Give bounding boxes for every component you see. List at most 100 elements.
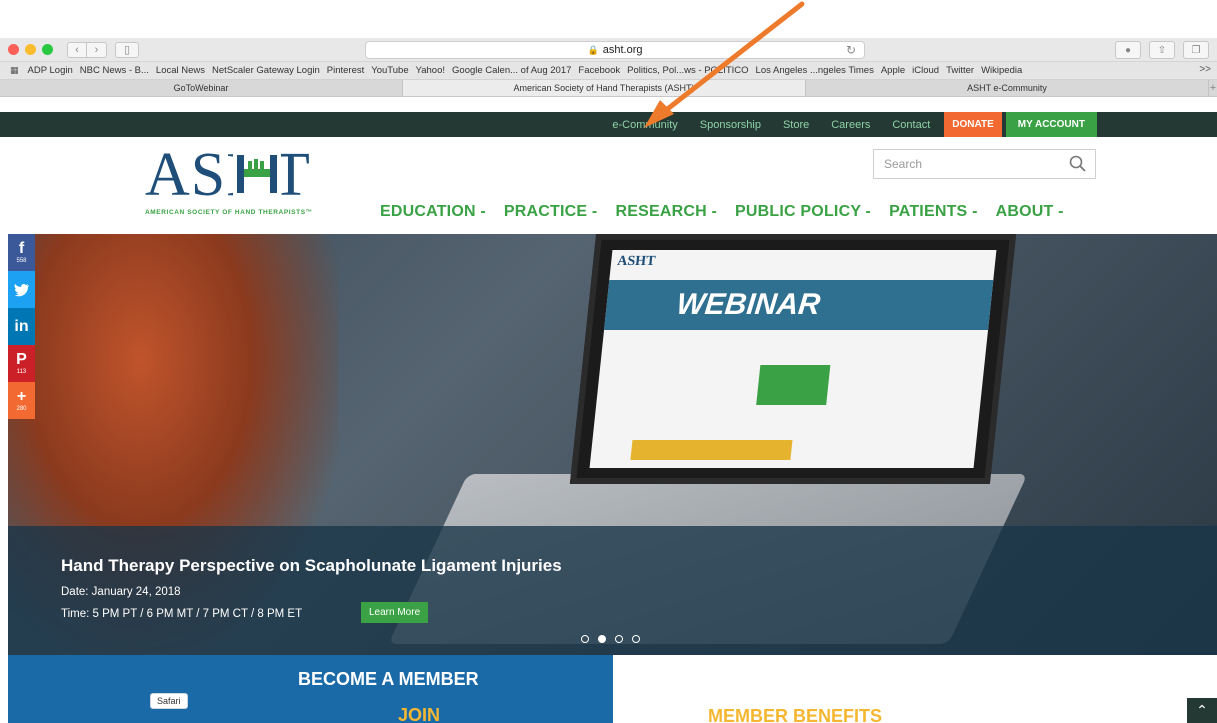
- twitter-share-button[interactable]: [8, 271, 35, 308]
- nav-ecommunity[interactable]: e-Community: [612, 119, 677, 131]
- nav-sponsorship[interactable]: Sponsorship: [700, 119, 761, 131]
- new-tab-button[interactable]: +: [1209, 80, 1217, 96]
- mainnav-about[interactable]: ABOUT -: [996, 203, 1064, 221]
- linkedin-icon: in: [14, 317, 29, 335]
- mainnav-patients[interactable]: PATIENTS -: [889, 203, 978, 221]
- slide-dot[interactable]: [615, 635, 623, 643]
- laptop-screen-content: ASHT WEBINAR: [589, 250, 997, 468]
- url-text: asht.org: [602, 44, 643, 56]
- forward-icon[interactable]: ›: [87, 41, 107, 58]
- back-icon[interactable]: ‹: [67, 41, 87, 58]
- bookmark-item[interactable]: NBC News - B...: [80, 65, 149, 76]
- slide-dot-active[interactable]: [598, 635, 606, 643]
- social-share-bar: f 558 in P 113 + 280: [8, 234, 35, 419]
- asht-logo[interactable]: ASHT AMERICAN SOCIETY OF HAND THERAPISTS…: [145, 144, 345, 216]
- close-window-button[interactable]: [8, 44, 19, 55]
- become-member-title: BECOME A MEMBER: [298, 669, 479, 689]
- nav-store[interactable]: Store: [783, 119, 809, 131]
- pinterest-share-count: 113: [16, 369, 27, 375]
- bookmark-item[interactable]: Google Calen... of Aug 2017: [452, 65, 571, 76]
- search-input[interactable]: Search: [873, 149, 1096, 179]
- slide-dot[interactable]: [632, 635, 640, 643]
- reload-icon[interactable]: ↻: [846, 43, 856, 57]
- bookmark-item[interactable]: NetScaler Gateway Login: [212, 65, 320, 76]
- mainnav-public-policy[interactable]: PUBLIC POLICY -: [735, 203, 871, 221]
- tab-asht[interactable]: American Society of Hand Therapists (ASH…: [403, 80, 806, 96]
- hero-photo-laptop: ASHT WEBINAR: [569, 234, 1017, 484]
- address-bar[interactable]: 🔒 asht.org ↻: [365, 41, 865, 59]
- facebook-icon: f: [18, 240, 25, 257]
- mainnav-practice[interactable]: PRACTICE -: [504, 203, 598, 221]
- utility-nav: e-Community Sponsorship Store Careers Co…: [0, 112, 1217, 137]
- toolbar-actions: ● ⇧ ❐: [1115, 41, 1209, 59]
- member-benefits-heading: MEMBER BENEFITS: [708, 706, 883, 723]
- search-icon[interactable]: [1069, 155, 1087, 173]
- tab-gotowebinar[interactable]: GoToWebinar: [0, 80, 403, 96]
- nav-contact[interactable]: Contact: [892, 119, 930, 131]
- bookmark-item[interactable]: iCloud: [912, 65, 939, 76]
- facebook-share-button[interactable]: f 558: [8, 234, 35, 271]
- asht-website: e-Community Sponsorship Store Careers Co…: [0, 112, 1217, 723]
- plus-icon: +: [16, 388, 27, 405]
- my-account-button[interactable]: MY ACCOUNT: [1005, 112, 1097, 137]
- screen-webinar-banner: WEBINAR: [604, 280, 994, 330]
- lock-icon: 🔒: [587, 44, 599, 55]
- donate-button[interactable]: DONATE: [944, 112, 1002, 137]
- slider-dots: [581, 635, 640, 643]
- tab-asht-ecommunity[interactable]: ASHT e-Community: [806, 80, 1209, 96]
- search-placeholder: Search: [884, 157, 923, 171]
- bookmark-item[interactable]: Pinterest: [327, 65, 365, 76]
- screen-yellow-bar: [630, 440, 793, 460]
- bookmark-item[interactable]: Los Angeles ...ngeles Times: [756, 65, 874, 76]
- bookmark-item[interactable]: YouTube: [371, 65, 408, 76]
- bookmark-item[interactable]: Twitter: [946, 65, 974, 76]
- window-controls: [8, 44, 53, 55]
- site-header: ASHT AMERICAN SOCIETY OF HAND THERAPISTS…: [0, 137, 1217, 234]
- nav-careers[interactable]: Careers: [831, 119, 870, 131]
- facebook-share-count: 558: [16, 258, 27, 264]
- become-member-panel: BECOME A MEMBER JOIN Safari: [8, 655, 613, 723]
- more-share-button[interactable]: + 280: [8, 382, 35, 419]
- favorites-grid-icon[interactable]: ▦: [10, 65, 18, 76]
- safari-tooltip: Safari: [150, 693, 188, 709]
- bookmark-item[interactable]: Apple: [881, 65, 905, 76]
- bookmarks-overflow-button[interactable]: >>: [1199, 64, 1211, 75]
- history-nav: ‹ ›: [67, 41, 107, 58]
- mainnav-education[interactable]: EDUCATION -: [380, 203, 486, 221]
- pinterest-icon: P: [16, 351, 27, 368]
- tabs-overview-icon[interactable]: ❐: [1183, 41, 1209, 59]
- twitter-icon: [13, 283, 29, 296]
- slide-dot[interactable]: [581, 635, 589, 643]
- scroll-to-top-button[interactable]: ⌃: [1187, 698, 1217, 723]
- screen-logo: ASHT: [616, 254, 657, 269]
- bookmark-item[interactable]: Local News: [156, 65, 205, 76]
- tab-bar: GoToWebinar American Society of Hand The…: [0, 80, 1217, 97]
- hero-date: Date: January 24, 2018: [61, 586, 181, 598]
- download-icon[interactable]: ●: [1115, 41, 1141, 59]
- logo-tagline: AMERICAN SOCIETY OF HAND THERAPISTS™: [145, 209, 313, 216]
- screen-green-box: [756, 365, 831, 405]
- main-nav: EDUCATION - PRACTICE - RESEARCH - PUBLIC…: [380, 203, 1064, 221]
- pinterest-share-button[interactable]: P 113: [8, 345, 35, 382]
- sidebar-toggle-icon[interactable]: ▯: [115, 41, 139, 58]
- zoom-window-button[interactable]: [42, 44, 53, 55]
- bookmark-item[interactable]: Yahoo!: [416, 65, 445, 76]
- bookmark-item[interactable]: ADP Login: [28, 65, 73, 76]
- hands-logo-icon: [233, 151, 281, 197]
- bookmark-item[interactable]: Politics, Pol...ws - POLITICO: [627, 65, 748, 76]
- browser-window: ‹ › ▯ 🔒 asht.org ↻ ● ⇧ ❐ ▦ ADP Login NBC…: [0, 38, 1217, 723]
- hero-slider: ASHT WEBINAR Hand Therapy Perspective on…: [8, 234, 1217, 655]
- more-share-count: 280: [16, 406, 27, 412]
- learn-more-button[interactable]: Learn More: [361, 602, 429, 623]
- hero-title: Hand Therapy Perspective on Scapholunate…: [61, 556, 562, 575]
- hero-time: Time: 5 PM PT / 6 PM MT / 7 PM CT / 8 PM…: [61, 608, 303, 620]
- chevron-up-icon: ⌃: [1196, 702, 1208, 718]
- mainnav-research[interactable]: RESEARCH -: [615, 203, 717, 221]
- share-icon[interactable]: ⇧: [1149, 41, 1175, 59]
- linkedin-share-button[interactable]: in: [8, 308, 35, 345]
- hero-caption: Hand Therapy Perspective on Scapholunate…: [8, 526, 1217, 655]
- join-link[interactable]: JOIN: [398, 705, 440, 723]
- minimize-window-button[interactable]: [25, 44, 36, 55]
- bookmark-item[interactable]: Wikipedia: [981, 65, 1022, 76]
- bookmark-item[interactable]: Facebook: [578, 65, 620, 76]
